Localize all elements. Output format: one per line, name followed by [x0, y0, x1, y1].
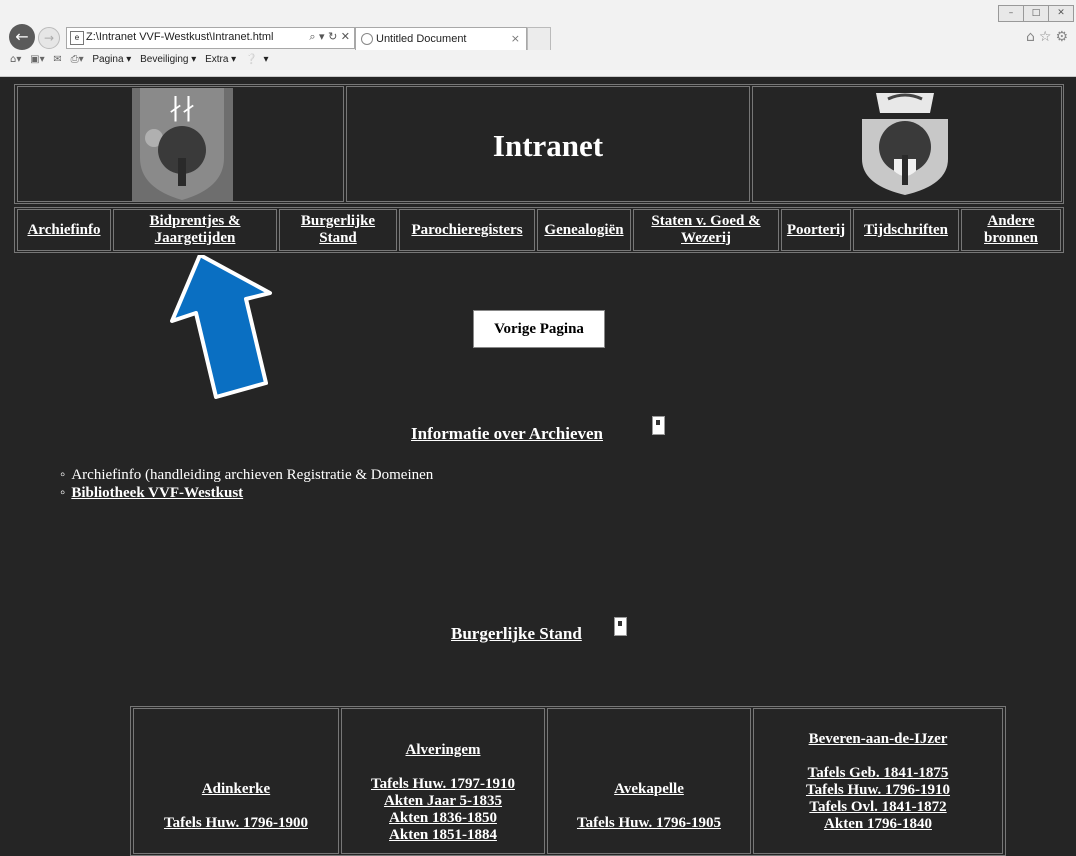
nav-item-burgerlijke-stand[interactable]: Burgerlijke Stand	[279, 209, 397, 251]
bullet-icon: ◦	[60, 467, 66, 483]
address-controls[interactable]: ⌕ ▾ ↻ ✕	[309, 30, 350, 44]
browser-tools: ⌂☆⚙	[1026, 29, 1072, 45]
feeds-icon[interactable]: ▣▾	[30, 54, 44, 65]
list-item-text: Archiefinfo (handleiding archieven Regis…	[71, 467, 434, 483]
record-link[interactable]: Tafels Huw. 1796-1910	[754, 782, 1002, 799]
forward-button[interactable]: →	[38, 27, 60, 49]
place-link-avekapelle[interactable]: Avekapelle	[548, 781, 750, 798]
nav-item-parochieregisters[interactable]: Parochieregisters	[399, 209, 535, 251]
address-bar[interactable]: e Z:\Intranet VVF-Westkust\Intranet.html…	[66, 27, 355, 49]
archives-list: ◦ Archiefinfo (handleiding archieven Regi…	[60, 466, 433, 502]
extra-menu[interactable]: Extra ▾	[205, 54, 236, 65]
record-link[interactable]: Akten 1836-1850	[342, 810, 544, 827]
header-logo-left-cell: ∤∤	[17, 86, 344, 202]
star-icon[interactable]: ☆	[1039, 29, 1056, 45]
page-top-icon[interactable]	[652, 416, 665, 435]
library-link[interactable]: Bibliotheek VVF-Westkust	[71, 485, 243, 501]
section-title-burgerlijke-stand[interactable]: Burgerlijke Stand	[451, 624, 582, 644]
nav-link-bidprentjes[interactable]: Bidprentjes & Jaargetijden	[135, 213, 255, 247]
nav-item-andere-bronnen[interactable]: Andere bronnen	[961, 209, 1061, 251]
record-link[interactable]: Tafels Geb. 1841-1875	[754, 765, 1002, 782]
record-link[interactable]: Tafels Huw. 1796-1900	[134, 815, 338, 832]
window-controls: – □ ✕	[998, 2, 1074, 22]
bullet-icon: ◦	[60, 485, 66, 501]
nav-link-archiefinfo[interactable]: Archiefinfo	[27, 222, 100, 239]
print-icon[interactable]: ⎙▾	[71, 54, 84, 65]
home-icon[interactable]: ⌂	[1026, 29, 1039, 45]
minimize-button[interactable]: –	[998, 5, 1024, 22]
tab-untitled-document[interactable]: Untitled Document ×	[355, 27, 527, 50]
help-icon[interactable]: ❔	[245, 54, 257, 65]
nav-item-tijdschriften[interactable]: Tijdschriften	[853, 209, 959, 251]
security-menu[interactable]: Beveiliging ▾	[140, 54, 196, 65]
coat-of-arms-logo	[862, 93, 948, 195]
tab-page-icon	[361, 33, 373, 45]
blue-arrow-icon	[170, 255, 272, 399]
site-title: Intranet	[492, 128, 604, 163]
header-logo-right-cell	[752, 86, 1062, 202]
record-link[interactable]: Tafels Ovl. 1841-1872	[754, 799, 1002, 816]
nav-link-genealogien[interactable]: Genealogiën	[544, 222, 623, 239]
tab-label: Untitled Document	[376, 33, 467, 45]
record-link[interactable]: Akten 1796-1840	[754, 816, 1002, 833]
list-item[interactable]: ◦ Bibliotheek VVF-Westkust	[60, 484, 433, 502]
arrow-right-icon: →	[43, 31, 55, 45]
site-header: ∤∤ Intranet	[14, 84, 1064, 204]
table-cell-avekapelle: Avekapelle Tafels Huw. 1796-1905	[547, 708, 751, 854]
record-link[interactable]: Akten Jaar 5-1835	[342, 793, 544, 810]
nav-item-staten-goed-wezerij[interactable]: Staten v. Goed & Wezerij	[633, 209, 779, 251]
mail-icon[interactable]: ✉	[53, 54, 61, 65]
record-link[interactable]: Tafels Huw. 1797-1910	[342, 776, 544, 793]
new-tab-button[interactable]	[527, 27, 551, 50]
record-link[interactable]: Akten 1851-1884	[342, 827, 544, 844]
nav-link-poorterij[interactable]: Poorterij	[787, 222, 845, 239]
address-text[interactable]: Z:\Intranet VVF-Westkust\Intranet.html	[86, 31, 273, 43]
nav-link-burgerlijke-stand[interactable]: Burgerlijke Stand	[293, 213, 383, 247]
record-link[interactable]: Tafels Huw. 1796-1905	[548, 815, 750, 832]
table-cell-beveren-aan-de-ijzer: Beveren-aan-de-IJzer Tafels Geb. 1841-18…	[753, 708, 1003, 854]
page-menu[interactable]: Pagina ▾	[92, 54, 131, 65]
command-bar: ⌂▾ ▣▾ ✉ ⎙▾ Pagina ▾ Beveiliging ▾ Extra …	[10, 54, 274, 70]
nav-item-genealogien[interactable]: Genealogiën	[537, 209, 631, 251]
main-nav: Archiefinfo Bidprentjes & Jaargetijden B…	[14, 207, 1064, 253]
previous-page-button[interactable]: Vorige Pagina	[473, 310, 605, 348]
place-link-alveringem[interactable]: Alveringem	[342, 742, 544, 759]
gear-icon[interactable]: ⚙	[1055, 29, 1072, 45]
list-item: ◦ Archiefinfo (handleiding archieven Regi…	[60, 466, 433, 484]
nav-link-parochieregisters[interactable]: Parochieregisters	[411, 222, 522, 239]
browser-chrome: ← → e Z:\Intranet VVF-Westkust\Intranet.…	[0, 0, 1076, 77]
nav-link-staten-goed-wezerij[interactable]: Staten v. Goed & Wezerij	[636, 213, 776, 247]
back-button[interactable]: ←	[9, 24, 35, 50]
nav-item-archiefinfo[interactable]: Archiefinfo	[17, 209, 111, 251]
close-tab-icon[interactable]: ×	[511, 32, 520, 45]
place-link-adinkerke[interactable]: Adinkerke	[134, 781, 338, 798]
nav-item-bidprentjes[interactable]: Bidprentjes & Jaargetijden	[113, 209, 277, 251]
vvf-logo: ∤∤	[132, 88, 233, 201]
arrow-left-icon: ←	[15, 27, 29, 46]
nav-item-poorterij[interactable]: Poorterij	[781, 209, 851, 251]
section-title-archives[interactable]: Informatie over Archieven	[411, 424, 603, 444]
svg-text:∤∤: ∤∤	[169, 93, 195, 122]
header-title-cell: Intranet	[346, 86, 750, 202]
help-menu-arrow[interactable]: ▾	[263, 54, 268, 65]
close-window-button[interactable]: ✕	[1048, 5, 1074, 22]
home-small-icon[interactable]: ⌂▾	[10, 54, 21, 65]
table-cell-alveringem: Alveringem Tafels Huw. 1797-1910 Akten J…	[341, 708, 545, 854]
place-link-beveren-aan-de-ijzer[interactable]: Beveren-aan-de-IJzer	[754, 731, 1002, 748]
maximize-button[interactable]: □	[1023, 5, 1049, 22]
nav-link-andere-bronnen[interactable]: Andere bronnen	[976, 213, 1046, 247]
page-icon: e	[70, 31, 84, 45]
page-top-icon[interactable]	[614, 617, 627, 636]
nav-link-tijdschriften[interactable]: Tijdschriften	[864, 222, 948, 239]
table-cell-adinkerke: Adinkerke Tafels Huw. 1796-1900	[133, 708, 339, 854]
burgerlijke-stand-table: Adinkerke Tafels Huw. 1796-1900 Alvering…	[130, 706, 1006, 856]
